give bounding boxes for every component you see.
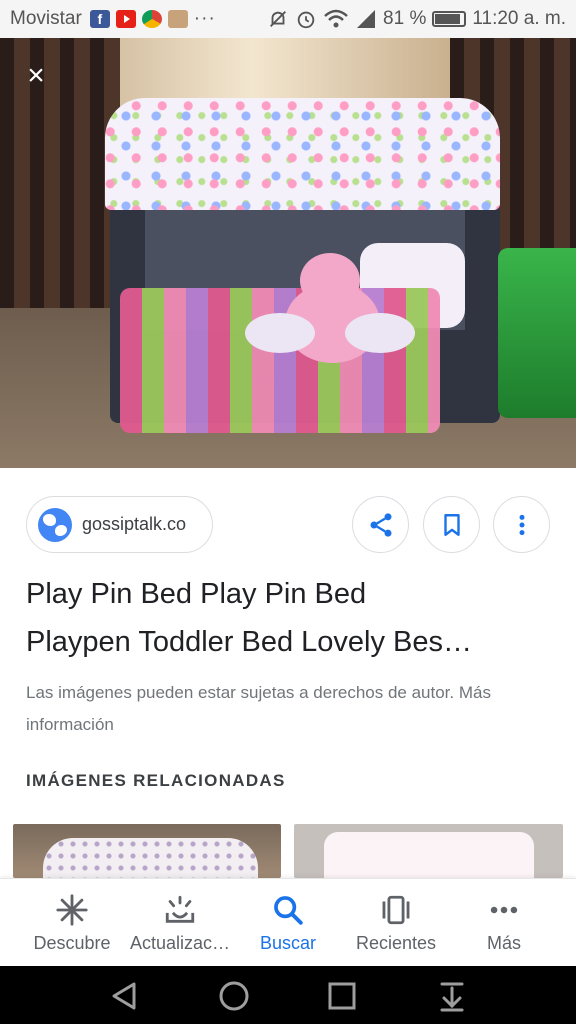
close-button[interactable]: × bbox=[16, 56, 56, 96]
battery-fill bbox=[435, 14, 460, 24]
battery-icon bbox=[432, 11, 467, 27]
nav-buscar[interactable]: Buscar bbox=[216, 879, 360, 967]
result-title-line1: Play Pin Bed Play Pin Bed bbox=[26, 578, 367, 610]
facebook-icon: f bbox=[89, 10, 110, 28]
result-title[interactable]: Play Pin Bed Play Pin Bed Playpen Toddle… bbox=[26, 570, 556, 666]
recent-apps-button[interactable] bbox=[322, 976, 362, 1016]
more-vert-icon bbox=[519, 514, 524, 535]
home-button[interactable] bbox=[214, 976, 254, 1016]
updates-icon bbox=[165, 895, 195, 923]
square-icon bbox=[328, 982, 356, 1010]
more-notifications-dots: ··· bbox=[193, 8, 216, 29]
nav-label: Buscar bbox=[259, 933, 317, 953]
chrome-icon bbox=[141, 10, 162, 28]
bunny-head bbox=[300, 253, 360, 308]
youtube-icon bbox=[115, 10, 136, 28]
asterisk-icon bbox=[56, 894, 88, 926]
floral-canopy bbox=[105, 98, 500, 210]
alarm-icon bbox=[297, 11, 315, 29]
nav-recientes[interactable]: Recientes bbox=[356, 879, 436, 967]
source-link[interactable]: gossiptalk.co bbox=[26, 496, 213, 553]
share-icon bbox=[370, 512, 391, 537]
wifi-icon bbox=[324, 9, 348, 28]
bunny-ear bbox=[245, 313, 315, 353]
share-button[interactable] bbox=[352, 496, 409, 553]
green-toy bbox=[498, 248, 576, 418]
image-preview[interactable]: × bbox=[0, 38, 576, 468]
nav-label: Más bbox=[486, 933, 521, 953]
battery-percent: 81 % bbox=[383, 8, 427, 29]
back-button[interactable] bbox=[104, 976, 144, 1016]
globe-icon bbox=[38, 507, 72, 542]
home-icon bbox=[219, 981, 249, 1011]
signal-icon bbox=[357, 10, 376, 28]
recents-icon bbox=[382, 895, 410, 925]
carrier-name: Movistar bbox=[10, 8, 82, 29]
more-options-button[interactable] bbox=[493, 496, 550, 553]
back-icon bbox=[112, 982, 136, 1010]
plush-bunny bbox=[245, 253, 415, 373]
status-bar: Movistar f ··· 81 % 11:20 a. m. bbox=[0, 0, 576, 38]
pulldown-icon bbox=[440, 982, 464, 1012]
nav-mas[interactable]: Más bbox=[432, 879, 576, 967]
status-indicators: 81 % 11:20 a. m. bbox=[267, 8, 566, 30]
mute-icon bbox=[270, 11, 287, 27]
notifications-pulldown-button[interactable] bbox=[432, 976, 472, 1016]
search-icon bbox=[274, 896, 303, 925]
bunny-ear bbox=[345, 313, 415, 353]
nav-label: Recientes bbox=[355, 933, 437, 953]
nav-actualizaciones[interactable]: Actualizac… bbox=[130, 879, 230, 967]
system-navigation-bar bbox=[0, 966, 576, 1024]
result-title-line2: Playpen Toddler Bed Lovely Bes… bbox=[26, 626, 473, 658]
more-horiz-icon bbox=[490, 906, 518, 914]
image-icon bbox=[167, 10, 188, 28]
nav-descubre[interactable]: Descubre bbox=[0, 879, 144, 967]
related-image-thumbnail[interactable] bbox=[13, 824, 281, 878]
clock: 11:20 a. m. bbox=[472, 8, 566, 29]
related-images-heading: IMÁGENES RELACIONADAS bbox=[26, 771, 286, 790]
save-button[interactable] bbox=[423, 496, 480, 553]
source-domain: gossiptalk.co bbox=[82, 514, 187, 534]
copyright-notice[interactable]: Las imágenes pueden estar sujetas a dere… bbox=[26, 677, 556, 741]
nav-label: Descubre bbox=[33, 933, 111, 953]
related-image-thumbnail[interactable] bbox=[294, 824, 563, 878]
bottom-navigation: Descubre Actualizac… Buscar Recientes Má… bbox=[0, 878, 576, 966]
bookmark-icon bbox=[443, 513, 460, 536]
close-icon: × bbox=[27, 59, 45, 92]
